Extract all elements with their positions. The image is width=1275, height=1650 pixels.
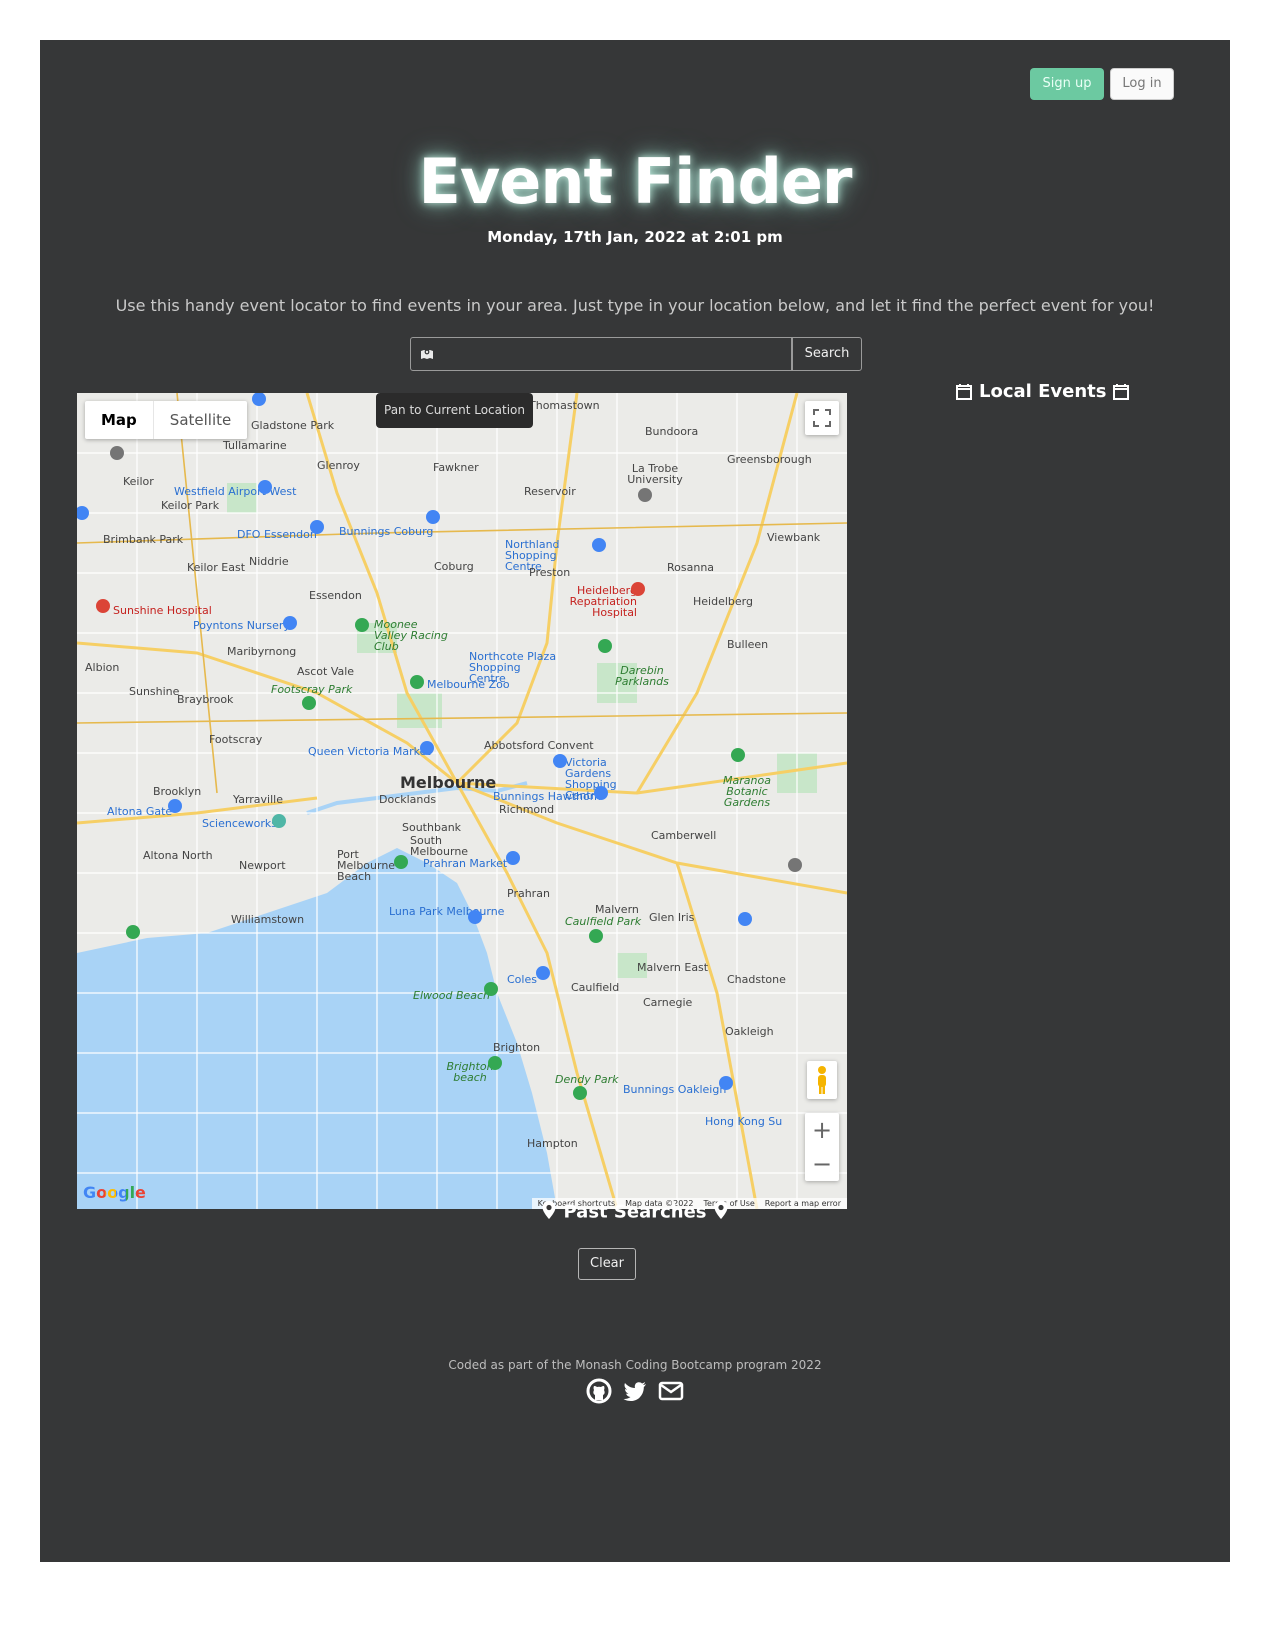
zoom-control: + − [805,1113,839,1181]
github-link[interactable] [586,1378,612,1404]
map-location-icon [421,349,433,359]
email-link[interactable] [658,1378,684,1404]
footer-social-links [40,1378,1230,1404]
map-type-control: Map Satellite [85,401,248,439]
local-events-label: Local Events [979,381,1107,402]
footer-text: Coded as part of the Monash Coding Bootc… [448,1358,822,1372]
map-widget[interactable]: Melbourne Docklands Richmond Southbank S… [77,393,847,1209]
map-type-map-button[interactable]: Map [85,401,154,439]
clear-button[interactable]: Clear [578,1248,636,1280]
twitter-icon [623,1382,646,1401]
fullscreen-button[interactable] [805,401,839,435]
fullscreen-icon [813,409,831,427]
calendar-icon [1113,383,1130,400]
intro-text: Use this handy event locator to find eve… [115,296,1155,315]
github-icon [586,1378,612,1404]
pegman-icon [818,1066,826,1094]
map-type-satellite-button[interactable]: Satellite [154,401,247,439]
map-marker-icon [714,1201,728,1219]
zoom-in-button[interactable]: + [805,1113,839,1147]
page-container: Sign up Log in Event Finder Monday, 17th… [40,40,1230,1562]
past-searches-label: Past Searches [563,1201,707,1223]
map-pin-icon [77,393,802,1100]
zoom-out-button[interactable]: − [805,1147,839,1181]
pan-current-location-button[interactable]: Pan to Current Location [376,393,533,428]
location-search-input[interactable] [410,337,792,371]
past-searches-heading: Past Searches [40,1200,1230,1225]
search-button[interactable]: Search [792,337,862,371]
page-title: Event Finder [418,145,853,218]
envelope-icon [658,1381,684,1401]
street-view-pegman[interactable] [807,1061,837,1099]
login-button[interactable]: Log in [1110,68,1174,100]
local-events-heading: Local Events [955,381,1155,402]
signup-button[interactable]: Sign up [1030,68,1104,100]
map-pins [77,393,802,1100]
map-marker-icon [542,1201,556,1219]
search-bar: Search [410,337,862,371]
twitter-link[interactable] [622,1378,648,1404]
calendar-icon [956,383,972,400]
current-datetime: Monday, 17th Jan, 2022 at 2:01 pm [487,228,783,246]
